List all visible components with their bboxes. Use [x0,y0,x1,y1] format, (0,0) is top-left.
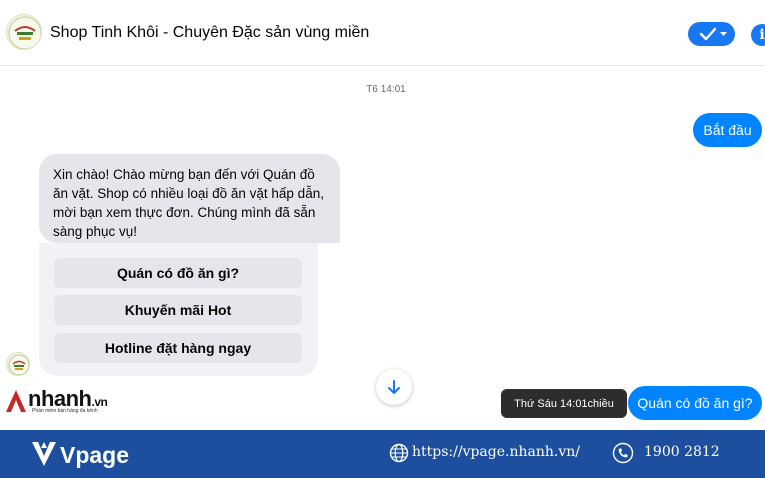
sender-avatar[interactable] [6,352,30,376]
nhanh-logo: nhanh.vn Phần mềm bán hàng đa kênh [4,386,114,418]
nhanh-mark-icon [6,390,26,412]
vpage-brand: Vpage [60,442,130,468]
check-icon [699,27,727,41]
outgoing-message-start[interactable]: Bắt đầu [693,113,762,147]
nhanh-tagline: Phần mềm bán hàng đa kênh [32,408,98,414]
footer-bar: Vpage https://vpage.nhanh.vn/ 1900 2812 [0,430,765,478]
chat-header: Shop Tinh Khôi - Chuyên Đặc sản vùng miề… [0,0,765,66]
shop-avatar[interactable] [6,14,42,50]
quick-reply-menu-button[interactable]: Quán có đồ ăn gì? [54,258,302,288]
outgoing-message-menu[interactable]: Quán có đồ ăn gì? [628,386,762,420]
info-icon[interactable]: i [751,24,765,46]
shop-name[interactable]: Shop Tinh Khôi - Chuyên Đặc sản vùng miề… [50,24,369,42]
website-link[interactable]: https://vpage.nhanh.vn/ [412,444,580,460]
quick-reply-hotline-button[interactable]: Hotline đặt hàng ngay [54,333,302,363]
hotline-number[interactable]: 1900 2812 [644,444,720,460]
vpage-mark-icon [32,442,56,466]
incoming-welcome-message[interactable]: Xin chào! Chào mừng bạn đến với Quán đồ … [39,154,340,243]
scroll-down-button[interactable] [376,369,412,405]
quick-replies-card: Quán có đồ ăn gì? Khuyến mãi Hot Hotline… [39,243,318,376]
mark-done-button[interactable] [688,22,735,46]
message-timestamp: T6 14:01 [366,84,406,95]
phone-icon [612,442,634,464]
quick-reply-promo-button[interactable]: Khuyến mãi Hot [54,295,302,325]
vpage-logo: Vpage [30,438,140,470]
time-tooltip: Thứ Sáu 14:01chiều [501,389,627,418]
arrow-down-icon [388,380,400,394]
globe-icon [389,443,409,463]
